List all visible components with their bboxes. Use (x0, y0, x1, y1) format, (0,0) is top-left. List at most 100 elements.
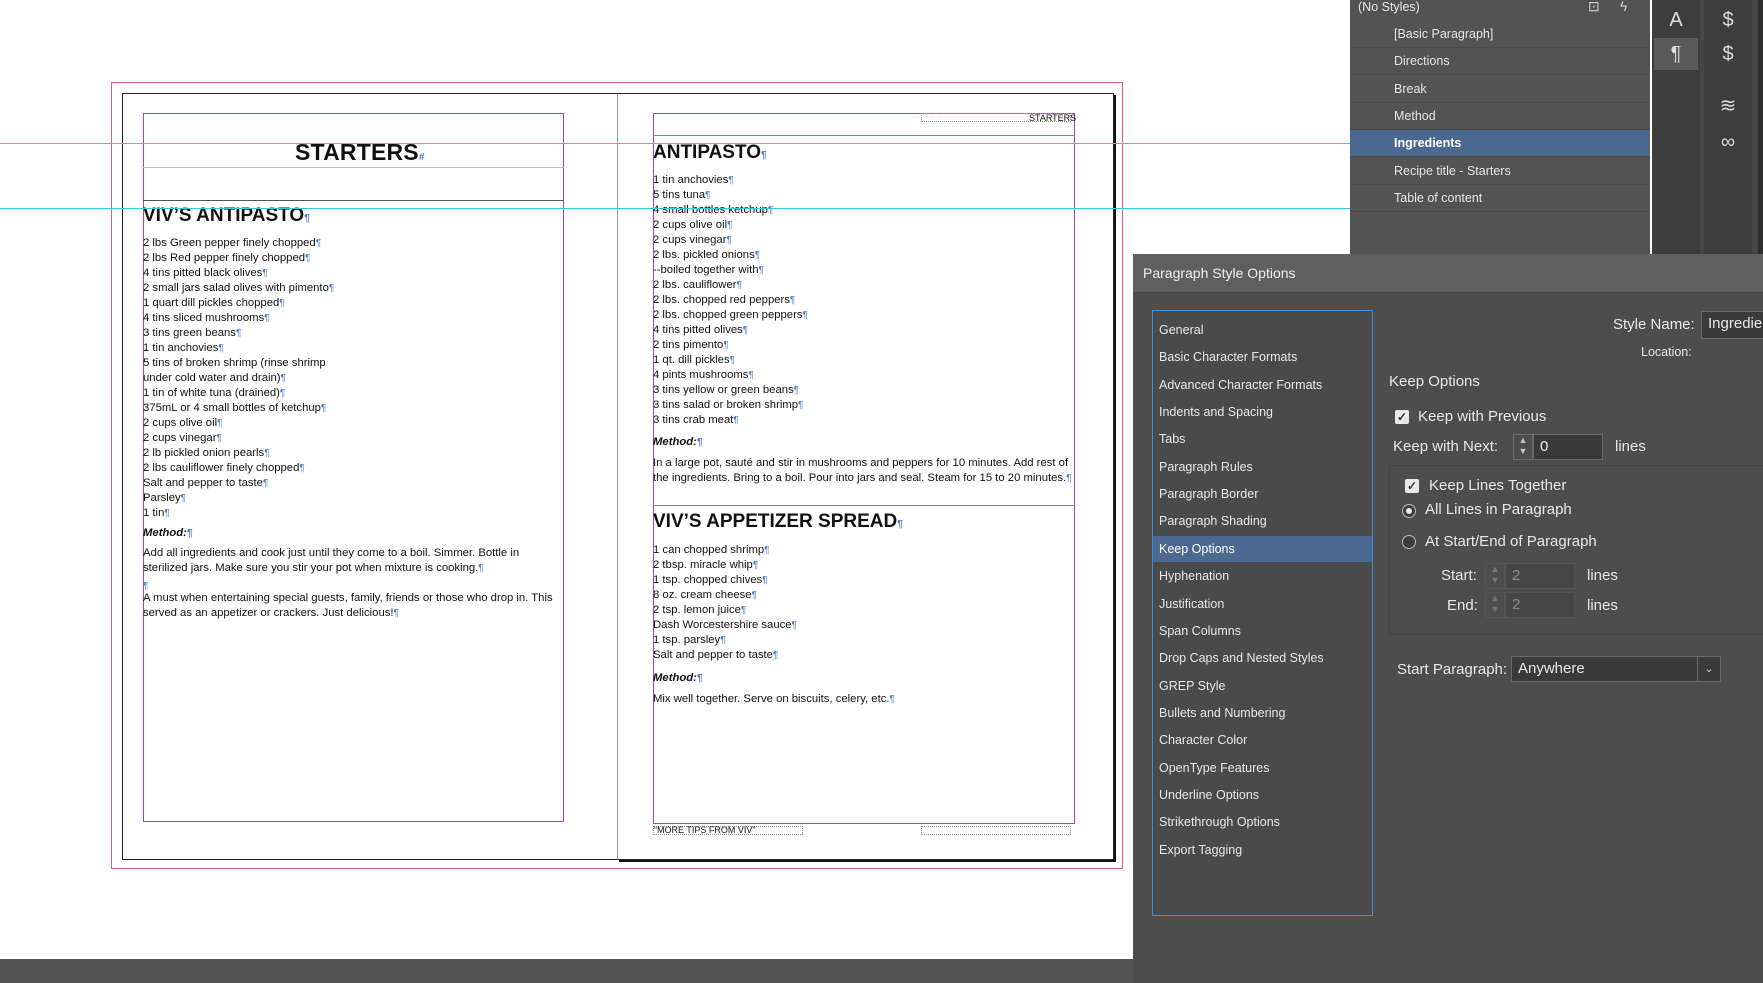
layers-icon[interactable]: ≋ (1706, 90, 1750, 122)
category-paragraph-rules[interactable]: Paragraph Rules (1153, 454, 1372, 480)
start-stepper[interactable]: ▲ ▼ (1485, 563, 1505, 589)
ingredient-line[interactable]: 2 tsp. lemon juice¶ (653, 603, 797, 618)
ingredient-line[interactable]: 2 cups vinegar¶ (653, 233, 808, 248)
ingredient-line[interactable]: 3 tins green beans¶ (143, 326, 334, 341)
keep-with-next-field[interactable]: 0 (1533, 434, 1603, 460)
category-drop-caps-and-nested-styles[interactable]: Drop Caps and Nested Styles (1153, 645, 1372, 671)
new-style-icon[interactable]: ⊡ (1588, 0, 1600, 15)
paragraph-styles-icon[interactable]: ¶ (1654, 38, 1698, 70)
ingredient-line[interactable]: 4 tins pitted black olives¶ (143, 266, 334, 281)
note-line[interactable]: served as an appetizer or crackers. Just… (143, 606, 553, 621)
category-span-columns[interactable]: Span Columns (1153, 618, 1372, 644)
no-styles-item[interactable]: (No Styles) (1358, 0, 1420, 14)
style-item-directions[interactable]: Directions (1350, 48, 1650, 76)
ingredient-line[interactable]: 2 lbs Red pepper finely chopped¶ (143, 251, 334, 266)
ingredient-line[interactable]: 5 tins of broken shrimp (rinse shrimp (143, 356, 334, 371)
character-styles-icon[interactable]: A (1654, 4, 1698, 36)
ingredient-line[interactable]: 1 qt. dill pickles¶ (653, 353, 808, 368)
ingredient-line[interactable]: 2 lbs. chopped red peppers¶ (653, 293, 808, 308)
ingredient-line[interactable]: --boiled together with¶ (653, 263, 808, 278)
ingredient-line[interactable]: 1 tsp. parsley¶ (653, 633, 797, 648)
right-ingredients-list-2[interactable]: 1 can chopped shrimp¶ 2 tbsp. miracle whi… (653, 543, 797, 663)
category-paragraph-border[interactable]: Paragraph Border (1153, 481, 1372, 507)
left-note-text[interactable]: A must when entertaining special guests,… (143, 591, 553, 621)
category-indents-and-spacing[interactable]: Indents and Spacing (1153, 399, 1372, 425)
category-paragraph-shading[interactable]: Paragraph Shading (1153, 508, 1372, 534)
ingredient-line[interactable]: 3 tins yellow or green beans¶ (653, 383, 808, 398)
category-justification[interactable]: Justification (1153, 591, 1372, 617)
ingredient-line[interactable]: 4 tins sliced mushrooms¶ (143, 311, 334, 326)
recipe-title-antipasto[interactable]: ANTIPASTO¶ (653, 142, 767, 164)
lightning-icon[interactable]: ϟ (1620, 0, 1627, 14)
keep-lines-together-checkbox[interactable]: ✓ (1405, 479, 1419, 493)
dialog-titlebar[interactable]: Paragraph Style Options (1133, 254, 1763, 293)
ingredient-line[interactable]: 4 small bottles ketchup¶ (653, 203, 808, 218)
ingredient-line[interactable]: 2 lbs. chopped green peppers¶ (653, 308, 808, 323)
category-strikethrough-options[interactable]: Strikethrough Options (1153, 809, 1372, 835)
right-method-text-1[interactable]: In a large pot, sauté and stir in mushro… (653, 456, 1072, 486)
right-ingredients-list-1[interactable]: 1 tin anchovies¶ 5 tins tuna¶ 4 small bott… (653, 173, 808, 428)
style-item-method[interactable]: Method (1350, 103, 1650, 130)
horizontal-guide[interactable] (0, 208, 1350, 209)
ingredient-line[interactable]: 2 cups vinegar¶ (143, 431, 334, 446)
swatches-icon[interactable]: $ (1706, 38, 1750, 70)
pages-icon[interactable]: $ (1706, 4, 1750, 36)
category-bullets-and-numbering[interactable]: Bullets and Numbering (1153, 700, 1372, 726)
category-basic-character-formats[interactable]: Basic Character Formats (1153, 344, 1372, 370)
note-line[interactable]: A must when entertaining special guests,… (143, 591, 553, 606)
end-stepper[interactable]: ▲ ▼ (1485, 592, 1505, 618)
category-hyphenation[interactable]: Hyphenation (1153, 563, 1372, 589)
ingredient-line[interactable]: Dash Worcestershire sauce¶ (653, 618, 797, 633)
ingredient-line[interactable]: 3 tins salad or broken shrimp¶ (653, 398, 808, 413)
category-grep-style[interactable]: GREP Style (1153, 673, 1372, 699)
ingredient-line[interactable]: 1 quart dill pickles chopped¶ (143, 296, 334, 311)
category-keep-options[interactable]: Keep Options (1153, 535, 1372, 562)
left-method-text[interactable]: Add all ingredients and cook just until … (143, 546, 519, 576)
links-icon[interactable]: ∞ (1706, 126, 1750, 158)
recipe-title-appetizer-spread[interactable]: VIV’S APPETIZER SPREAD¶ (653, 511, 903, 533)
start-end-radio[interactable] (1402, 535, 1416, 549)
style-name-field[interactable]: Ingredien (1701, 311, 1763, 339)
category-list[interactable]: General Basic Character Formats Advanced C… (1152, 310, 1373, 916)
start-paragraph-dropdown[interactable]: Anywhere ⌄ (1511, 656, 1721, 682)
document-canvas[interactable]: STARTERS# VIV’S ANTIPASTO¶ 2 lbs Green p… (0, 0, 1350, 983)
ingredient-line[interactable]: 4 pints mushrooms¶ (653, 368, 808, 383)
category-character-color[interactable]: Character Color (1153, 727, 1372, 753)
ingredient-line[interactable]: 2 lbs Green pepper finely chopped¶ (143, 236, 334, 251)
ingredient-line[interactable]: 4 tins pitted olives¶ (653, 323, 808, 338)
ingredient-line[interactable]: 1 tin of white tuna (drained)¶ (143, 386, 334, 401)
ingredient-line[interactable]: 2 small jars salad olives with pimento¶ (143, 281, 334, 296)
method-line[interactable]: In a large pot, sauté and stir in mushro… (653, 456, 1072, 471)
ingredient-line[interactable]: 1 tin¶ (143, 506, 334, 521)
ingredient-line[interactable]: 8 oz. cream cheese¶ (653, 588, 797, 603)
ingredient-line[interactable]: 5 tins tuna¶ (653, 188, 808, 203)
style-item-ingredients[interactable]: Ingredients (1350, 130, 1650, 158)
category-opentype-features[interactable]: OpenType Features (1153, 755, 1372, 781)
method-line[interactable]: Add all ingredients and cook just until … (143, 546, 519, 561)
ingredient-line[interactable]: 2 cups olive oil¶ (653, 218, 808, 233)
category-export-tagging[interactable]: Export Tagging (1153, 837, 1372, 863)
start-field[interactable]: 2 (1505, 563, 1575, 589)
ingredient-line[interactable]: 2 lb pickled onion pearls¶ (143, 446, 334, 461)
ingredient-line[interactable]: 2 tins pimento¶ (653, 338, 808, 353)
keep-with-previous-checkbox[interactable]: ✓ (1395, 410, 1409, 424)
ingredient-line[interactable]: Salt and pepper to taste¶ (143, 476, 334, 491)
ingredient-line[interactable]: 2 tbsp. miracle whip¶ (653, 558, 797, 573)
style-item-table-of-content[interactable]: Table of content (1350, 185, 1650, 212)
ingredient-line[interactable]: 1 tin anchovies¶ (653, 173, 808, 188)
style-item-recipe-title-starters[interactable]: Recipe title - Starters (1350, 158, 1650, 185)
ingredient-line[interactable]: 1 can chopped shrimp¶ (653, 543, 797, 558)
ingredient-line[interactable]: under cold water and drain)¶ (143, 371, 334, 386)
ingredient-line[interactable]: 1 tsp. chopped chives¶ (653, 573, 797, 588)
all-lines-radio[interactable] (1402, 504, 1416, 518)
left-ingredients-list[interactable]: 2 lbs Green pepper finely chopped¶ 2 lbs … (143, 236, 334, 521)
ingredient-line[interactable]: Parsley¶ (143, 491, 334, 506)
ingredient-line[interactable]: 1 tin anchovies¶ (143, 341, 334, 356)
category-tabs[interactable]: Tabs (1153, 426, 1372, 452)
ingredient-line[interactable]: 3 tins crab meat¶ (653, 413, 808, 428)
right-method-text-2[interactable]: Mix well together. Serve on biscuits, ce… (653, 692, 895, 707)
ingredient-line[interactable]: 2 lbs. cauliflower¶ (653, 278, 808, 293)
ingredient-line[interactable]: Salt and pepper to taste¶ (653, 648, 797, 663)
category-general[interactable]: General (1153, 317, 1372, 343)
ingredient-line[interactable]: 2 cups olive oil¶ (143, 416, 334, 431)
